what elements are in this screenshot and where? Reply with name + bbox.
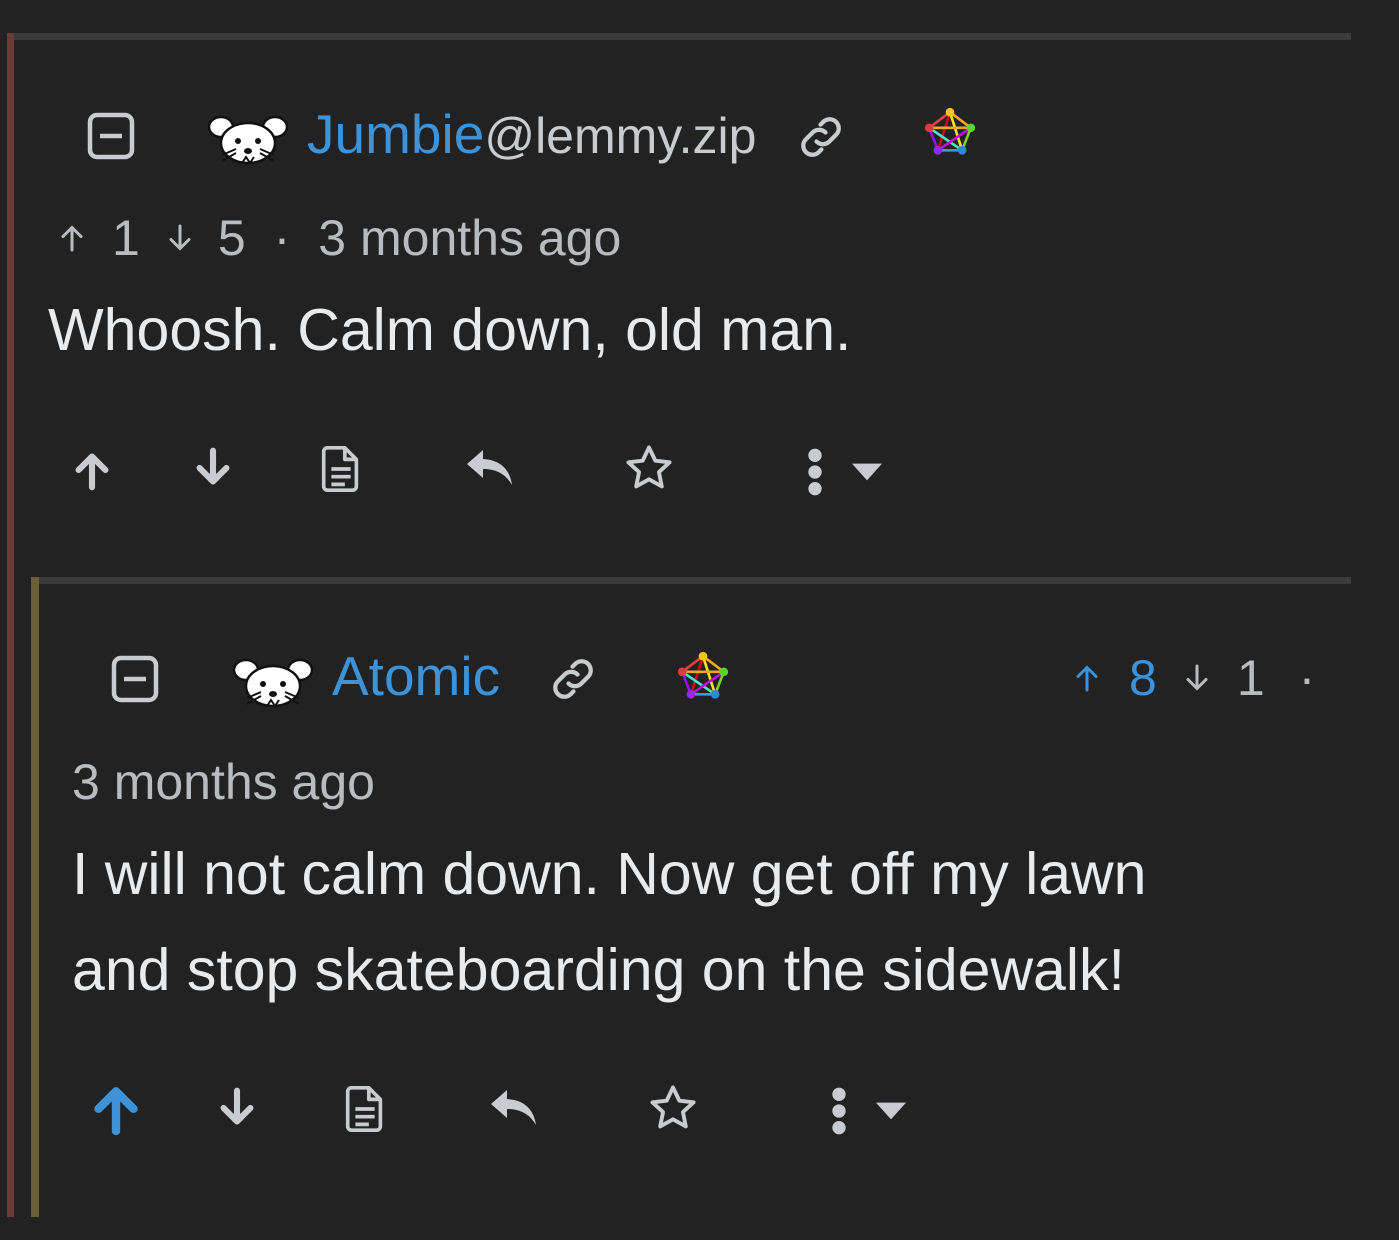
meta-separator: · (273, 210, 291, 266)
view-source-button[interactable] (340, 1084, 390, 1134)
user-link[interactable]: Jumbie@lemmy.zip (307, 102, 756, 168)
save-button[interactable] (621, 442, 677, 494)
more-icon (832, 1087, 846, 1135)
score-row: 1 5 · 3 months ago (54, 208, 621, 268)
source-icon (345, 1086, 383, 1132)
collapse-icon[interactable] (86, 111, 136, 161)
downvote-count: 1 (1236, 650, 1265, 706)
avatar-mouse-icon[interactable] (233, 656, 313, 712)
more-options-button[interactable] (816, 1085, 916, 1137)
link-icon[interactable] (794, 110, 848, 164)
comment-divider (39, 577, 1351, 584)
upvote-button[interactable] (68, 446, 116, 494)
downvote-count-icon (1186, 664, 1208, 691)
reply-button[interactable] (485, 1084, 541, 1132)
reply-icon (467, 450, 512, 485)
meta-separator: · (1298, 650, 1316, 706)
avatar-mouse-icon[interactable] (208, 113, 288, 169)
save-button[interactable] (645, 1082, 701, 1134)
reply-icon (491, 1090, 536, 1125)
upvote-count-icon (1076, 665, 1098, 692)
instance-name: @lemmy.zip (484, 108, 757, 164)
downvote-button[interactable] (213, 1084, 261, 1132)
upvote-count: 1 (112, 210, 140, 266)
username[interactable]: Jumbie (307, 103, 484, 165)
downvote-button[interactable] (189, 444, 237, 492)
arrow-down-icon (220, 1087, 254, 1125)
more-options-button[interactable] (792, 446, 892, 498)
arrow-down-icon (196, 447, 230, 485)
comment-body-line: I will not calm down. Now get off my law… (72, 841, 1147, 907)
downvote-count-icon (169, 224, 191, 251)
caret-down-icon (876, 1102, 906, 1120)
comment-body: I will not calm down. Now get off my law… (72, 826, 1146, 1018)
fediverse-icon[interactable] (924, 107, 976, 159)
caret-down-icon (852, 463, 882, 481)
source-icon (321, 446, 359, 492)
comment-time[interactable]: 3 months ago (72, 752, 375, 812)
star-icon (626, 445, 672, 489)
star-icon (650, 1085, 696, 1129)
view-source-button[interactable] (316, 444, 366, 494)
reply-button[interactable] (461, 444, 517, 492)
thread-indicator-outer (7, 33, 14, 1217)
score-row: 8 1 · (1069, 648, 1315, 708)
upvote-count: 8 (1129, 650, 1157, 706)
arrow-up-icon (75, 453, 109, 491)
upvote-count-icon (61, 225, 83, 252)
thread-indicator-inner (31, 577, 39, 1217)
comment-body: Whoosh. Calm down, old man. (48, 297, 852, 363)
more-icon (808, 448, 822, 496)
username[interactable]: Atomic (332, 644, 500, 708)
comment-body-line: and stop skateboarding on the sidewalk! (72, 937, 1125, 1003)
comment-time[interactable]: 3 months ago (318, 209, 621, 267)
collapse-icon[interactable] (110, 654, 160, 704)
downvote-count: 5 (217, 210, 246, 266)
fediverse-icon[interactable] (677, 651, 729, 703)
link-icon[interactable] (546, 652, 600, 706)
comment-divider (14, 33, 1351, 40)
arrow-up-icon (94, 1087, 138, 1136)
upvote-button[interactable] (86, 1082, 146, 1138)
